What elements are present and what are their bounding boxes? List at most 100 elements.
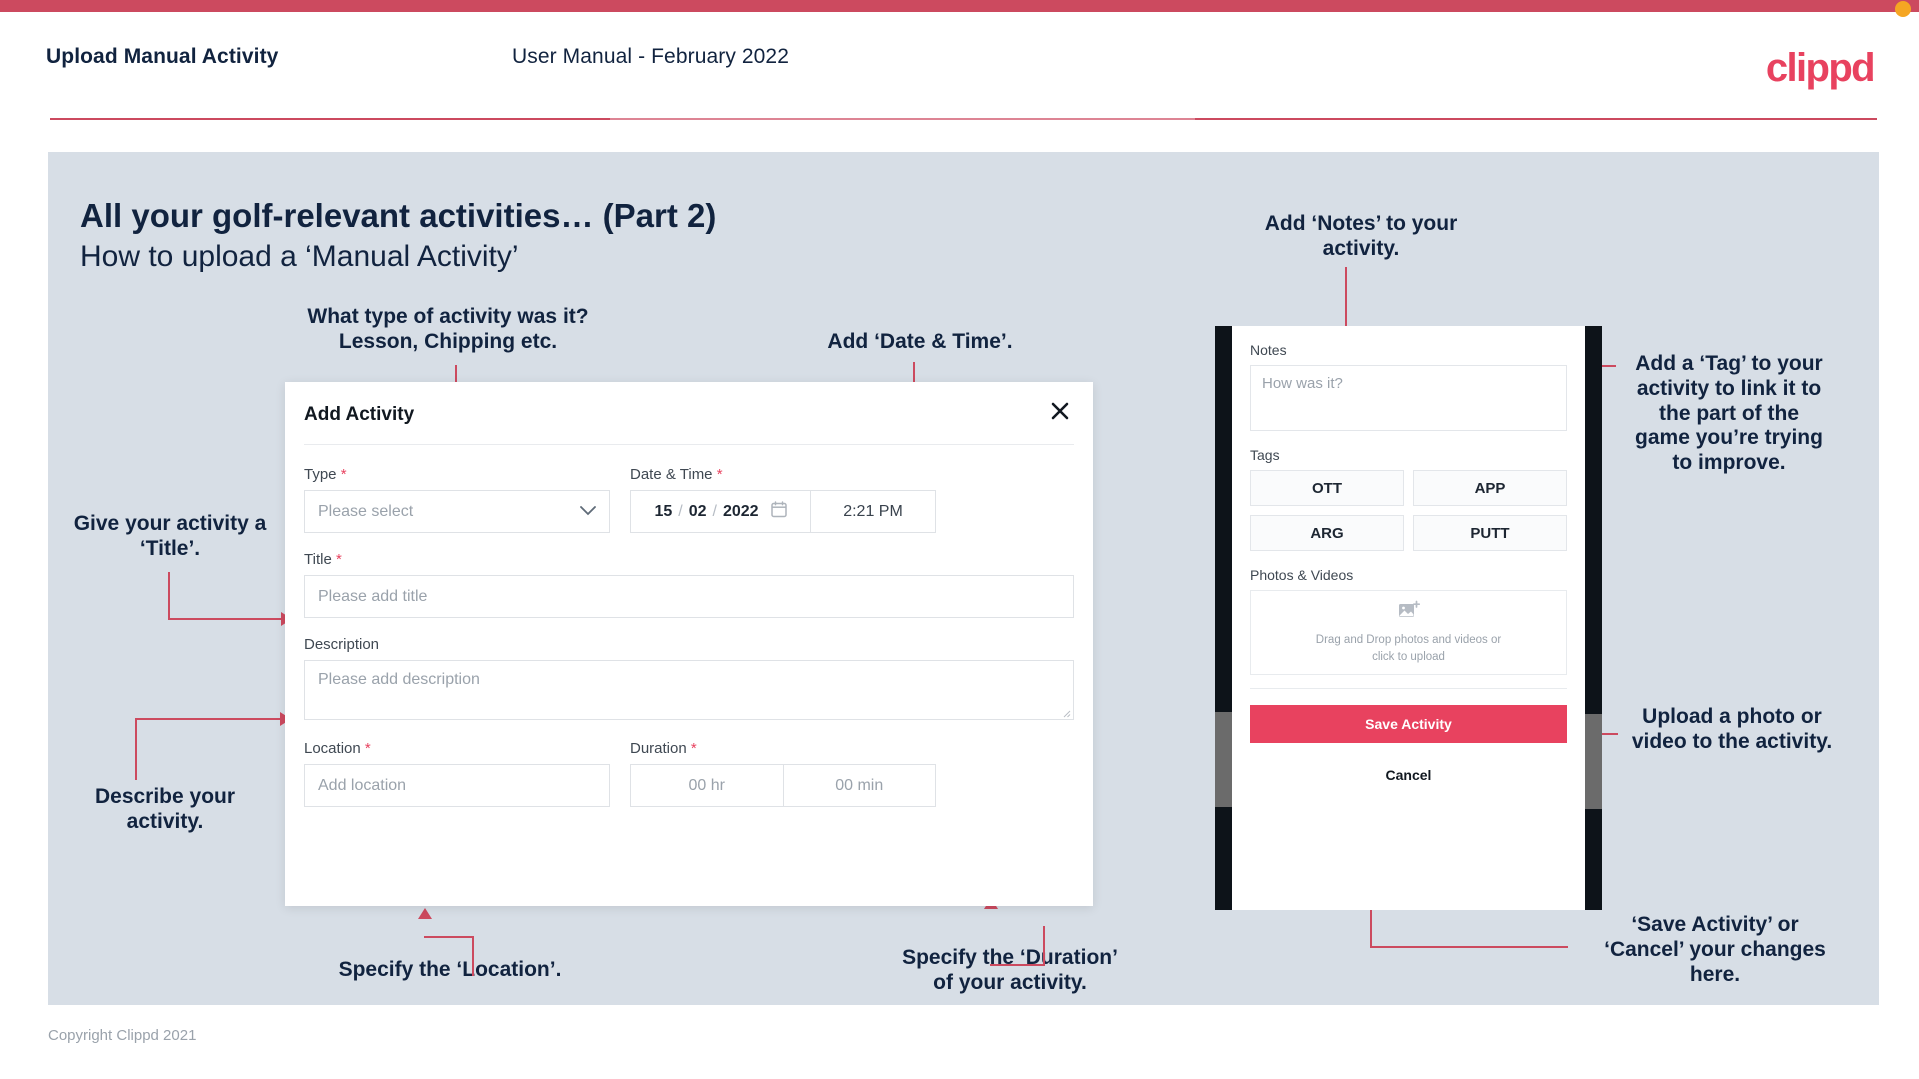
copyright-text: Copyright Clippd 2021 xyxy=(48,1027,197,1044)
date-year: 2022 xyxy=(722,502,759,520)
connector-location-arrow xyxy=(418,908,432,919)
field-duration-label: Duration * xyxy=(630,740,697,757)
annotation-type: What type of activity was it? Lesson, Ch… xyxy=(307,305,589,353)
phone-divider xyxy=(1250,688,1567,689)
location-input[interactable]: Add location xyxy=(304,764,610,807)
phone-bezel-right xyxy=(1585,326,1602,910)
slide-root: Upload Manual Activity User Manual - Feb… xyxy=(0,0,1919,1079)
required-marker: * xyxy=(364,740,371,757)
field-datetime: Date & Time * 15 / 02 / 2022 2:21 PM xyxy=(630,466,936,533)
duration-minutes-input[interactable]: 00 min xyxy=(782,765,936,806)
required-marker: * xyxy=(340,466,347,483)
type-select-value: Please select xyxy=(318,502,414,520)
modal-title: Add Activity xyxy=(304,404,415,425)
field-location: Location * Add location xyxy=(304,740,610,807)
connector-duration-v xyxy=(1043,926,1045,966)
page-subtitle: User Manual - February 2022 xyxy=(512,45,789,68)
type-select[interactable]: Please select xyxy=(304,490,610,533)
connector-title-v xyxy=(168,572,170,620)
connector-desc-v xyxy=(135,718,137,780)
duration-hours-input[interactable]: 00 hr xyxy=(631,765,783,806)
modal-row-type-datetime: Type * Please select Date & Time * 15 / xyxy=(285,444,1093,533)
date-sep-2: / xyxy=(712,502,717,520)
notes-input[interactable]: How was it? xyxy=(1250,365,1567,431)
title-input[interactable]: Please add title xyxy=(304,575,1074,618)
calendar-icon[interactable] xyxy=(770,500,787,523)
dropzone-line-1: Drag and Drop photos and videos or xyxy=(1315,633,1502,646)
page-title: Upload Manual Activity xyxy=(46,45,279,68)
phone-button-left xyxy=(1215,712,1232,807)
required-marker: * xyxy=(716,466,723,483)
annotation-title: Give your activity a ‘Title’. xyxy=(73,512,267,560)
photos-label: Photos & Videos xyxy=(1250,567,1354,583)
datetime-input-group[interactable]: 15 / 02 / 2022 2:21 PM xyxy=(630,490,936,533)
slide-subtitle: How to upload a ‘Manual Activity’ xyxy=(80,240,519,273)
annotation-description: Describe your activity. xyxy=(94,785,236,833)
field-title: Title * Please add title xyxy=(285,533,1093,618)
tags-grid: OTT APP ARG PUTT xyxy=(1250,470,1567,551)
page-header: Upload Manual Activity User Manual - Feb… xyxy=(0,12,1919,124)
connector-desc-h xyxy=(135,718,283,720)
modal-body: Type * Please select Date & Time * 15 / xyxy=(285,444,1093,807)
chevron-down-icon xyxy=(580,503,596,520)
field-location-label: Location * xyxy=(304,740,371,757)
notes-label: Notes xyxy=(1250,342,1287,358)
tags-label: Tags xyxy=(1250,447,1280,463)
resize-grip-icon[interactable] xyxy=(1061,708,1071,718)
photo-dropzone[interactable]: Drag and Drop photos and videos or click… xyxy=(1250,590,1567,675)
clippd-logo: clippd xyxy=(1765,46,1876,90)
duration-input-group[interactable]: 00 hr 00 min xyxy=(630,764,936,807)
field-title-label: Title * xyxy=(304,551,342,568)
date-sep-1: / xyxy=(678,502,683,520)
add-activity-modal: Add Activity Type * Please select Date &… xyxy=(285,382,1093,906)
slide-title: All your golf-relevant activities… (Part… xyxy=(80,197,717,234)
phone-screen: Notes How was it? Tags OTT APP ARG PUTT … xyxy=(1232,326,1585,910)
dropzone-line-2: click to upload xyxy=(1372,650,1445,663)
modal-row-location-duration: Location * Add location Duration * 00 hr… xyxy=(285,720,1093,807)
time-input[interactable]: 2:21 PM xyxy=(811,491,935,532)
annotation-tags: Add a ‘Tag’ to your activity to link it … xyxy=(1635,352,1823,475)
annotation-save: ‘Save Activity’ or ‘Cancel’ your changes… xyxy=(1604,913,1826,986)
connector-location-v xyxy=(472,938,474,976)
required-marker: * xyxy=(690,740,697,757)
field-datetime-label: Date & Time * xyxy=(630,466,723,483)
cancel-button[interactable]: Cancel xyxy=(1250,767,1567,783)
tag-putt[interactable]: PUTT xyxy=(1413,515,1567,551)
annotation-location: Specify the ‘Location’. xyxy=(338,958,562,981)
dropzone-text: Drag and Drop photos and videos or click… xyxy=(1316,632,1501,665)
add-image-icon xyxy=(1398,600,1420,625)
required-marker: * xyxy=(335,551,342,568)
title-placeholder: Please add title xyxy=(318,587,428,605)
field-duration: Duration * 00 hr 00 min xyxy=(630,740,936,807)
connector-title-h xyxy=(168,618,284,620)
annotation-datetime: Add ‘Date & Time’. xyxy=(827,330,1013,353)
modal-header: Add Activity xyxy=(285,382,1093,444)
field-description: Description Please add description xyxy=(285,618,1093,720)
description-placeholder: Please add description xyxy=(318,671,480,688)
tag-app[interactable]: APP xyxy=(1413,470,1567,506)
location-placeholder: Add location xyxy=(318,776,407,794)
header-rule-left xyxy=(50,118,610,120)
header-rule-middle xyxy=(610,118,1195,120)
save-activity-button[interactable]: Save Activity xyxy=(1250,705,1567,743)
phone-bezel-left xyxy=(1215,326,1232,910)
annotation-upload: Upload a photo or video to the activity. xyxy=(1631,705,1833,753)
date-input[interactable]: 15 / 02 / 2022 xyxy=(631,491,811,532)
phone-button-right xyxy=(1585,714,1602,809)
date-month: 02 xyxy=(688,502,707,520)
date-day: 15 xyxy=(654,502,673,520)
top-accent-bar xyxy=(0,0,1919,17)
phone-mockup: Notes How was it? Tags OTT APP ARG PUTT … xyxy=(1215,326,1602,910)
notes-placeholder: How was it? xyxy=(1262,375,1343,392)
connector-location-h xyxy=(424,936,474,938)
connector-duration-h xyxy=(990,964,1045,966)
annotation-notes: Add ‘Notes’ to your activity. xyxy=(1264,212,1458,260)
field-type: Type * Please select xyxy=(304,466,610,533)
tag-ott[interactable]: OTT xyxy=(1250,470,1404,506)
close-icon[interactable] xyxy=(1045,396,1075,426)
field-description-label: Description xyxy=(304,636,380,653)
connector-save-h xyxy=(1370,946,1568,948)
tag-arg[interactable]: ARG xyxy=(1250,515,1404,551)
description-textarea[interactable]: Please add description xyxy=(304,660,1074,720)
annotation-duration: Specify the ‘Duration’ of your activity. xyxy=(902,946,1118,994)
